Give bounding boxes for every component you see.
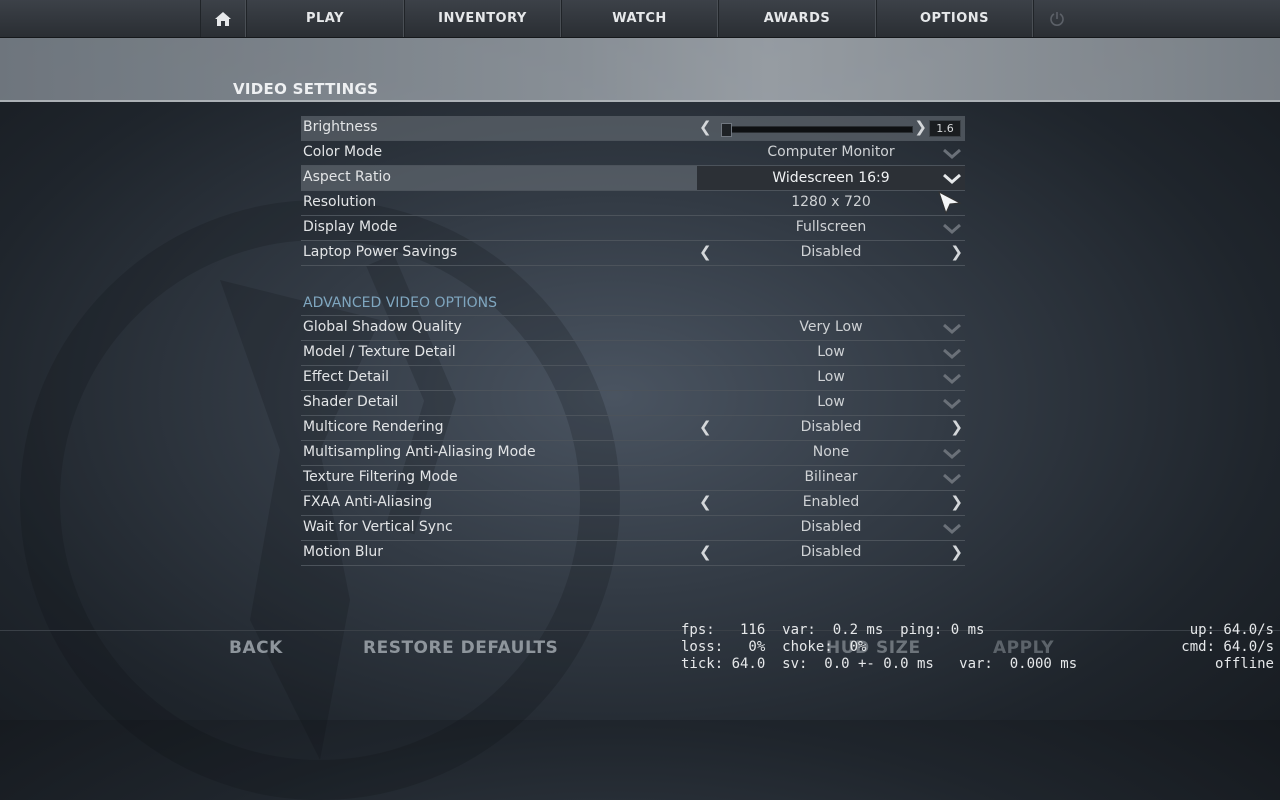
footer-divider — [0, 630, 1280, 631]
setting-row-color-mode[interactable]: Color Mode Computer Monitor — [301, 141, 965, 166]
arrow-right-icon[interactable]: ❯ — [950, 493, 963, 511]
setting-value[interactable]: Low — [697, 369, 965, 385]
mouse-cursor-icon — [938, 191, 962, 215]
setting-value: Disabled — [800, 544, 862, 560]
nav-inventory[interactable]: INVENTORY — [404, 0, 561, 37]
setting-row-shader-detail[interactable]: Shader Detail Low — [301, 391, 965, 416]
setting-row-msaa-mode[interactable]: Multisampling Anti-Aliasing Mode None — [301, 441, 965, 466]
setting-label: Model / Texture Detail — [303, 344, 456, 360]
header-band — [0, 38, 1280, 102]
setting-label: Global Shadow Quality — [303, 319, 462, 335]
net-graph: fps: 116 var: 0.2 ms ping: 0 ms loss: 0%… — [681, 622, 1077, 673]
setting-label: Aspect Ratio — [303, 169, 391, 185]
arrow-left-icon[interactable]: ❮ — [699, 118, 712, 136]
arrow-right-icon[interactable]: ❯ — [950, 543, 963, 561]
nav-power[interactable] — [1033, 0, 1079, 37]
setting-row-fxaa[interactable]: FXAA Anti-Aliasing ❮ Enabled ❯ — [301, 491, 965, 516]
setting-value: Enabled — [802, 494, 860, 510]
slider-handle[interactable] — [720, 123, 732, 137]
back-button[interactable]: BACK — [229, 638, 283, 658]
nav-awards[interactable]: AWARDS — [718, 0, 876, 37]
net-graph-line: tick: 64.0 sv: 0.0 +- 0.0 ms var: 0.000 … — [681, 656, 1078, 672]
setting-value[interactable]: 1280 x 720 — [697, 194, 965, 210]
setting-label: Color Mode — [303, 144, 383, 160]
setting-value[interactable]: Low — [697, 344, 965, 360]
arrow-right-icon[interactable]: ❯ — [914, 118, 927, 136]
setting-row-multicore-rendering[interactable]: Multicore Rendering ❮ Disabled ❯ — [301, 416, 965, 441]
setting-value[interactable]: Low — [697, 394, 965, 410]
arrow-right-icon[interactable]: ❯ — [950, 243, 963, 261]
setting-value: Disabled — [800, 419, 862, 435]
setting-label: Display Mode — [303, 219, 398, 235]
setting-row-aspect-ratio[interactable]: Aspect Ratio Widescreen 16:9 — [301, 166, 965, 191]
setting-label: Shader Detail — [303, 394, 399, 410]
chevron-down-icon[interactable] — [943, 449, 961, 459]
nav-home[interactable] — [200, 0, 246, 37]
net-graph-line: loss: 0% choke: 0% — [681, 639, 867, 655]
setting-value[interactable]: Widescreen 16:9 — [697, 166, 965, 190]
setting-row-brightness: Brightness ❮ ❯ 1.6 — [301, 116, 965, 141]
page-title: VIDEO SETTINGS — [233, 80, 379, 98]
setting-value: Disabled — [800, 244, 862, 260]
chevron-down-icon[interactable] — [943, 399, 961, 409]
setting-row-global-shadow-quality[interactable]: Global Shadow Quality Very Low — [301, 316, 965, 341]
setting-row-display-mode[interactable]: Display Mode Fullscreen — [301, 216, 965, 241]
brightness-value: 1.6 — [929, 120, 961, 137]
setting-label: Effect Detail — [303, 369, 389, 385]
net-graph-line: offline — [1214, 656, 1274, 672]
chevron-down-icon[interactable] — [943, 474, 961, 484]
chevron-down-icon[interactable] — [943, 349, 961, 359]
setting-label: Brightness — [303, 119, 378, 135]
setting-value[interactable]: Computer Monitor — [697, 144, 965, 160]
nav-play[interactable]: PLAY — [246, 0, 404, 37]
setting-value[interactable]: Fullscreen — [697, 219, 965, 235]
settings-list: Brightness ❮ ❯ 1.6 Color Mode Computer M… — [301, 116, 965, 566]
setting-value[interactable]: None — [697, 444, 965, 460]
setting-label: Resolution — [303, 194, 377, 210]
brightness-slider[interactable] — [721, 126, 913, 133]
setting-row-texture-filtering-mode[interactable]: Texture Filtering Mode Bilinear — [301, 466, 965, 491]
setting-row-motion-blur[interactable]: Motion Blur ❮ Disabled ❯ — [301, 541, 965, 566]
arrow-right-icon[interactable]: ❯ — [950, 418, 963, 436]
chevron-down-icon[interactable] — [943, 174, 961, 184]
setting-row-model-texture-detail[interactable]: Model / Texture Detail Low — [301, 341, 965, 366]
setting-row-effect-detail[interactable]: Effect Detail Low — [301, 366, 965, 391]
net-graph-line: fps: 116 var: 0.2 ms ping: 0 ms — [681, 622, 985, 638]
top-navigation: PLAY INVENTORY WATCH AWARDS OPTIONS — [0, 0, 1280, 38]
setting-label: Motion Blur — [303, 544, 384, 560]
advanced-section-title: ADVANCED VIDEO OPTIONS — [301, 291, 965, 316]
chevron-down-icon[interactable] — [943, 149, 961, 159]
setting-label: Multicore Rendering — [303, 419, 444, 435]
setting-row-laptop-power-savings[interactable]: Laptop Power Savings ❮ Disabled ❯ — [301, 241, 965, 266]
nav-watch[interactable]: WATCH — [561, 0, 718, 37]
home-icon — [215, 11, 231, 26]
setting-label: Multisampling Anti-Aliasing Mode — [303, 444, 536, 460]
net-graph-line: up: 64.0/s — [1189, 622, 1274, 638]
chevron-down-icon[interactable] — [943, 224, 961, 234]
setting-label: Wait for Vertical Sync — [303, 519, 453, 535]
chevron-down-icon[interactable] — [943, 324, 961, 334]
net-graph-line: cmd: 64.0/s — [1181, 639, 1274, 655]
setting-value[interactable]: Bilinear — [697, 469, 965, 485]
restore-defaults-button[interactable]: RESTORE DEFAULTS — [363, 638, 558, 658]
power-icon — [1049, 11, 1064, 26]
setting-label: Texture Filtering Mode — [303, 469, 458, 485]
chevron-down-icon[interactable] — [943, 374, 961, 384]
setting-row-vertical-sync[interactable]: Wait for Vertical Sync Disabled — [301, 516, 965, 541]
setting-value[interactable]: Very Low — [697, 319, 965, 335]
setting-label: Laptop Power Savings — [303, 244, 458, 260]
nav-options[interactable]: OPTIONS — [876, 0, 1033, 37]
chevron-down-icon[interactable] — [943, 524, 961, 534]
setting-row-resolution[interactable]: Resolution 1280 x 720 — [301, 191, 965, 216]
setting-label: FXAA Anti-Aliasing — [303, 494, 433, 510]
setting-value[interactable]: Disabled — [697, 519, 965, 535]
net-graph-rates: up: 64.0/s cmd: 64.0/s offline — [1181, 622, 1274, 673]
